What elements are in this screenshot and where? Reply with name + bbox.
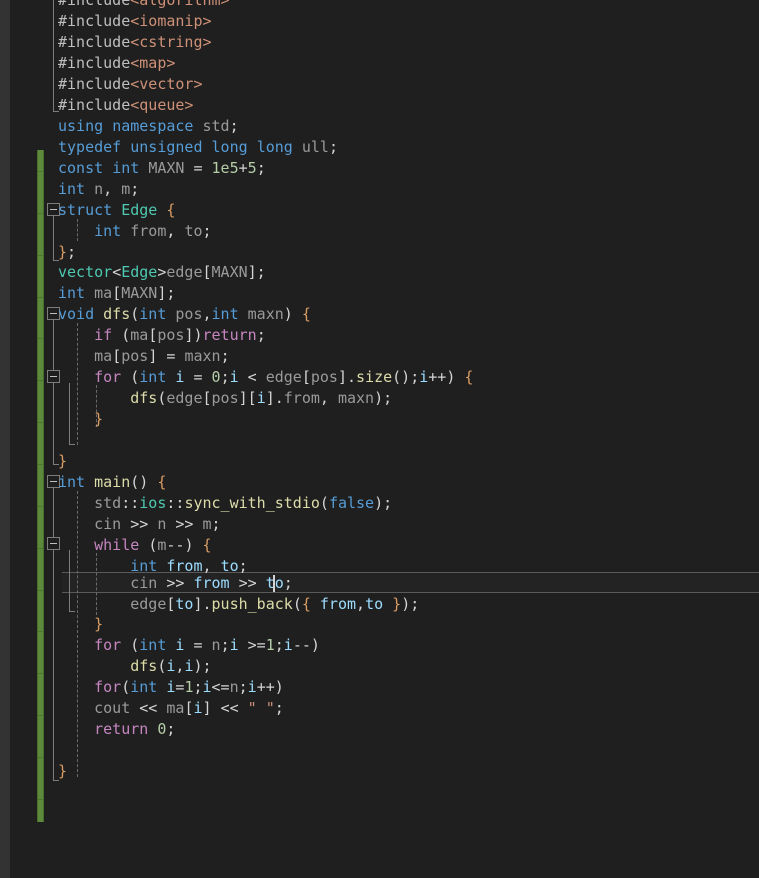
code-line-text: #include<iomanip> xyxy=(58,12,212,30)
code-line-text: return 0; xyxy=(94,720,176,738)
code-line[interactable]: return 0; xyxy=(0,719,759,740)
code-line[interactable]: } xyxy=(0,614,759,635)
code-line[interactable]: int main() { xyxy=(0,472,759,493)
code-line-text: for (int i = 0;i < edge[pos].size();i++)… xyxy=(94,368,474,386)
code-line-text: #include<cstring> xyxy=(58,33,212,51)
code-line[interactable]: } xyxy=(0,451,759,472)
code-line[interactable]: ma[pos] = maxn; xyxy=(0,346,759,367)
code-line-text: } xyxy=(94,410,104,428)
code-line-text: for (int i = n;i >=1;i--) xyxy=(94,636,320,654)
code-line[interactable]: struct Edge { xyxy=(0,200,759,221)
code-line[interactable]: std::ios::sync_with_stdio(false); xyxy=(0,493,759,514)
code-line-text: #include<algorithm> xyxy=(58,0,230,9)
code-line[interactable]: #include<vector> xyxy=(0,74,759,95)
code-line-text: struct Edge { xyxy=(58,201,176,219)
text-caret xyxy=(273,575,275,592)
code-line[interactable]: cin >> n >> m; xyxy=(0,514,759,535)
code-line[interactable]: edge[to].push_back({ from,to }); xyxy=(0,594,759,615)
code-line-text: dfs(edge[pos][i].from, maxn); xyxy=(130,389,393,407)
code-line[interactable]: for (int i = 0;i < edge[pos].size();i++)… xyxy=(0,367,759,388)
code-line[interactable] xyxy=(0,740,759,761)
code-line-text: cin >> n >> m; xyxy=(94,515,221,533)
code-line[interactable]: typedef unsigned long long ull; xyxy=(0,137,759,158)
code-line[interactable]: }; xyxy=(0,242,759,263)
code-line[interactable]: int n, m; xyxy=(0,179,759,200)
code-line-text: if (ma[pos])return; xyxy=(94,326,266,344)
code-line[interactable]: } xyxy=(0,409,759,430)
code-line-text: std::ios::sync_with_stdio(false); xyxy=(94,494,393,512)
code-line-text: #include<map> xyxy=(58,54,176,72)
code-line-text: while (m--) { xyxy=(94,536,212,554)
code-line-text: dfs(i,i); xyxy=(130,657,212,675)
code-line[interactable]: #include<map> xyxy=(0,53,759,74)
code-line-text: const int MAXN = 1e5+5; xyxy=(58,159,266,177)
code-line-text: cout << ma[i] << " "; xyxy=(94,699,284,717)
code-line-text: typedef unsigned long long ull; xyxy=(58,138,338,156)
code-line[interactable]: } xyxy=(0,761,759,782)
code-line-text: #include<queue> xyxy=(58,96,194,114)
code-line-text: } xyxy=(58,452,68,470)
code-line[interactable]: #include<algorithm> xyxy=(0,0,759,11)
code-line[interactable]: while (m--) { xyxy=(0,535,759,556)
code-line[interactable]: vector<Edge>edge[MAXN]; xyxy=(0,262,759,283)
code-line-text: for(int i=1;i<=n;i++) xyxy=(94,678,284,696)
code-line-text: using namespace std; xyxy=(58,117,239,135)
code-line[interactable]: #include<iomanip> xyxy=(0,11,759,32)
code-line-text: int n, m; xyxy=(58,180,140,198)
code-line[interactable]: dfs(edge[pos][i].from, maxn); xyxy=(0,388,759,409)
code-line-text: int ma[MAXN]; xyxy=(58,284,176,302)
code-line-text: void dfs(int pos,int maxn) { xyxy=(58,305,311,323)
code-line-text: ma[pos] = maxn; xyxy=(94,347,230,365)
code-line[interactable]: cin >> from >> to; xyxy=(0,573,759,594)
code-line[interactable]: int ma[MAXN]; xyxy=(0,283,759,304)
code-line[interactable]: void dfs(int pos,int maxn) { xyxy=(0,304,759,325)
code-line-text: edge[to].push_back({ from,to }); xyxy=(130,595,420,613)
code-line[interactable]: for(int i=1;i<=n;i++) xyxy=(0,677,759,698)
code-line-text: } xyxy=(94,615,104,633)
code-line-text: vector<Edge>edge[MAXN]; xyxy=(58,263,266,281)
code-line[interactable]: int from, to; xyxy=(0,221,759,242)
code-line-text: int from, to; xyxy=(94,222,212,240)
code-editor[interactable]: #include<algorithm> #include<iomanip> #i… xyxy=(0,0,759,878)
code-line[interactable]: for (int i = n;i >=1;i--) xyxy=(0,635,759,656)
code-line[interactable]: dfs(i,i); xyxy=(0,656,759,677)
code-line[interactable]: const int MAXN = 1e5+5; xyxy=(0,158,759,179)
code-line-text: cin >> from >> to; xyxy=(130,574,293,592)
code-line[interactable]: using namespace std; xyxy=(0,116,759,137)
code-line-text: #include<vector> xyxy=(58,75,203,93)
code-line[interactable]: if (ma[pos])return; xyxy=(0,325,759,346)
code-line[interactable]: cout << ma[i] << " "; xyxy=(0,698,759,719)
code-line[interactable]: #include<queue> xyxy=(0,95,759,116)
code-line[interactable] xyxy=(0,430,759,451)
code-line-text: } xyxy=(58,762,68,780)
code-line-text: int main() { xyxy=(58,473,167,491)
code-line-text: }; xyxy=(58,243,77,261)
code-line[interactable]: #include<cstring> xyxy=(0,32,759,53)
code-surface[interactable]: #include<algorithm> #include<iomanip> #i… xyxy=(0,0,759,878)
